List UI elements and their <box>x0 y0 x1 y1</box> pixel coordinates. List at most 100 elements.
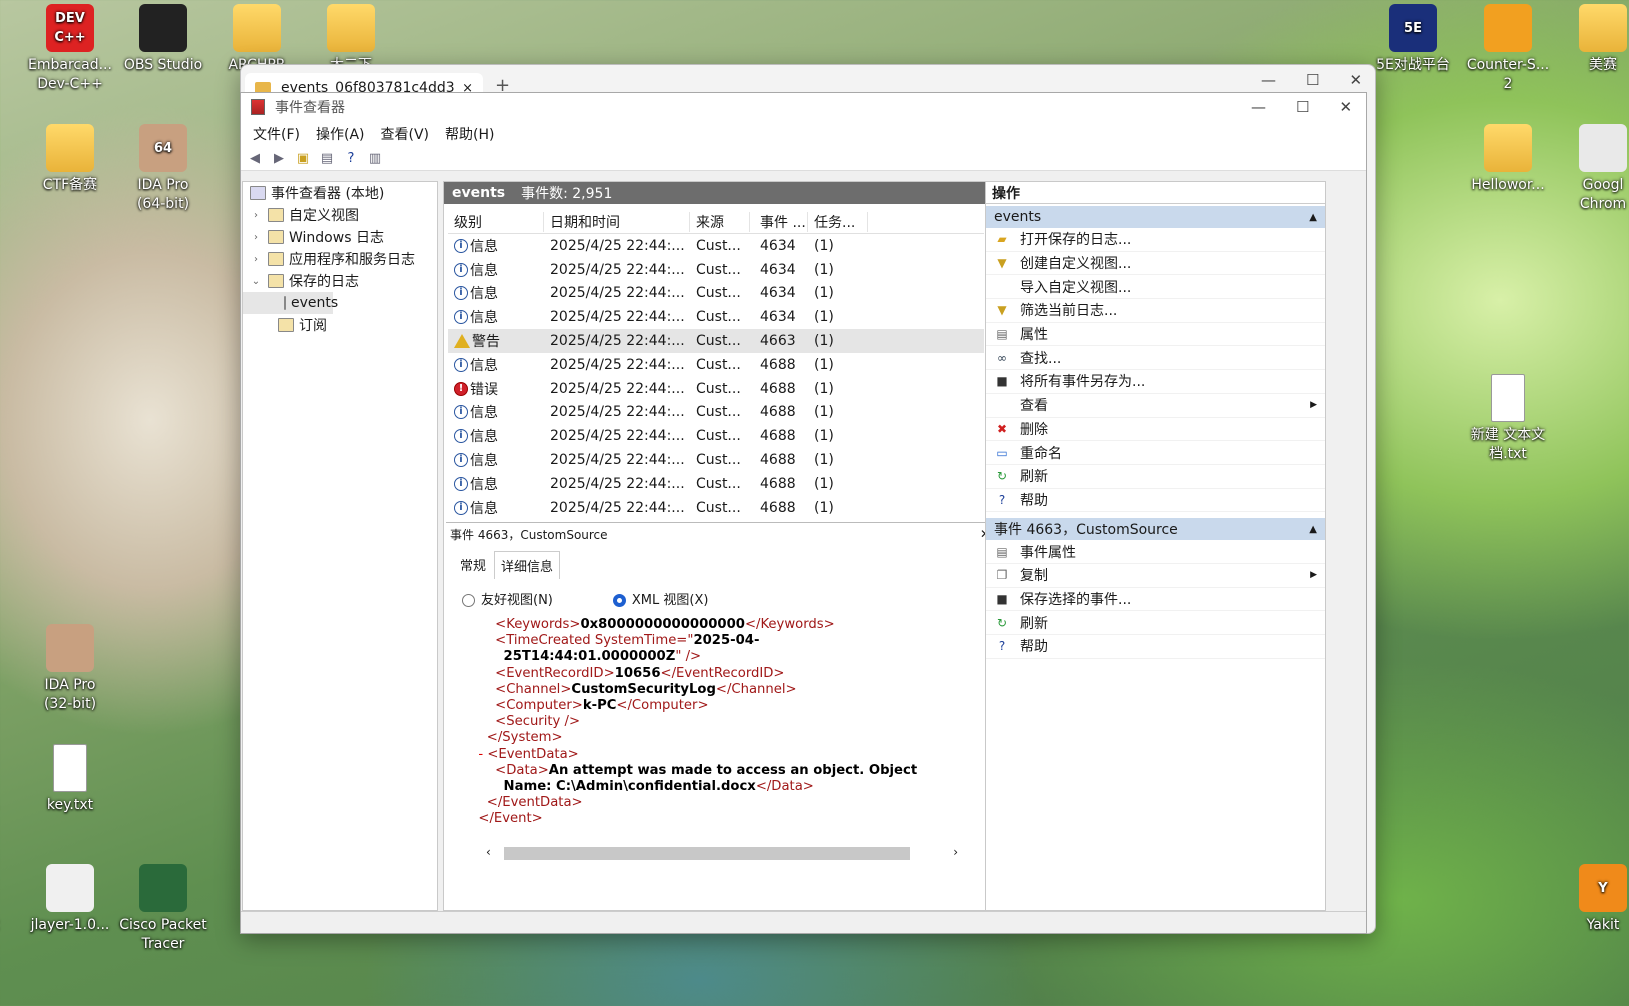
detail-header: 事件 4663，CustomSource ✕ <box>446 523 998 545</box>
tree-root[interactable]: 事件查看器 (本地) <box>243 182 437 204</box>
caret-icon[interactable]: › <box>249 232 263 243</box>
col-event-id[interactable]: 事件 ... <box>750 211 808 232</box>
navigation-tree: 事件查看器 (本地) › 自定义视图 › Windows 日志 › 应用程序和服务日志 ⌄ 保… <box>242 181 438 911</box>
action-item[interactable]: ▼ 筛选当前日志... <box>986 299 1325 323</box>
xml-view-radio[interactable]: XML 视图(X) <box>612 589 708 608</box>
desktop-icon[interactable]: 5E 5E对战平台 <box>1365 4 1461 75</box>
desktop-icon[interactable]: key.txt <box>22 744 118 815</box>
action-item[interactable]: ■ 将所有事件另存为... <box>986 370 1325 394</box>
tab-general[interactable]: 常规 <box>454 551 492 579</box>
minimize-button[interactable]: — <box>1261 71 1276 89</box>
forward-arrow-icon[interactable]: ▶ <box>269 150 289 168</box>
action-item[interactable]: ■ 保存选择的事件... <box>986 588 1325 612</box>
action-item[interactable]: ▤ 事件属性 <box>986 540 1325 564</box>
level-cell: i 信息 <box>448 260 544 280</box>
desktop-icon[interactable]: OBS Studio <box>115 4 211 75</box>
action-item[interactable]: ▼ 创建自定义视图... <box>986 252 1325 276</box>
maximize-button[interactable]: ☐ <box>1306 71 1319 89</box>
desktop-icon[interactable]: 新建 文本文 档.txt <box>1460 374 1556 464</box>
table-row[interactable]: i 信息 2025/4/25 22:44:... Cust... 4634 (1) <box>448 258 984 282</box>
minimize-button[interactable]: — <box>1251 98 1266 116</box>
action-item[interactable]: ? 帮助 <box>986 489 1325 513</box>
date-cell: 2025/4/25 22:44:... <box>550 452 685 469</box>
tree-item[interactable]: › Windows 日志 <box>243 226 437 248</box>
action-item[interactable]: ▭ 重命名 <box>986 441 1325 465</box>
tree-item[interactable]: 订阅 <box>243 314 437 336</box>
level-label: 错误 <box>470 381 498 398</box>
caret-icon[interactable]: ⌄ <box>249 276 263 287</box>
id-cell: 4688 <box>760 380 796 397</box>
table-row[interactable]: i 信息 2025/4/25 22:44:... Cust... 4688 (1) <box>448 424 984 448</box>
tree-item[interactable]: events <box>243 292 338 314</box>
table-row[interactable]: i 信息 2025/4/25 22:44:... Cust... 4634 (1) <box>448 282 984 306</box>
close-button[interactable]: ✕ <box>1349 71 1362 89</box>
up-folder-icon[interactable]: ▣ <box>293 150 313 168</box>
table-row[interactable]: i 信息 2025/4/25 22:44:... Cust... 4688 (1) <box>448 353 984 377</box>
desktop-icon[interactable]: Y Yakit <box>1555 864 1629 935</box>
desktop-icon[interactable]: DEV C++ Embarcad... Dev-C++ <box>22 4 118 94</box>
xml-line: <EventRecordID>10656</EventRecordID> <box>470 666 970 682</box>
action-pane-icon[interactable]: ▥ <box>365 150 385 168</box>
horizontal-scrollbar[interactable]: ‹ › <box>482 845 962 861</box>
properties-icon: ▤ <box>996 327 1008 342</box>
action-item[interactable]: ▤ 属性 <box>986 323 1325 347</box>
desktop-icon-label: OBS Studio <box>123 57 203 73</box>
show-tree-icon[interactable]: ▤ <box>317 150 337 168</box>
action-item[interactable]: 导入自定义视图... <box>986 275 1325 300</box>
action-item[interactable]: ↻ 刷新 <box>986 465 1325 489</box>
desktop-icon[interactable]: Cisco Packet Tracer <box>115 864 211 954</box>
desktop-icon[interactable]: IDA Pro (32-bit) <box>22 624 118 714</box>
desktop-icon[interactable]: Hellowor... <box>1460 124 1556 195</box>
table-row[interactable]: i 信息 2025/4/25 22:44:... Cust... 4688 (1) <box>448 496 984 515</box>
desktop-icon[interactable]: o... <box>0 744 36 815</box>
col-task[interactable]: 任务... <box>808 211 868 232</box>
action-item[interactable]: ✖ 删除 <box>986 418 1325 442</box>
action-item[interactable]: ↻ 刷新 <box>986 611 1325 635</box>
table-row[interactable]: i 信息 2025/4/25 22:44:... Cust... 4634 (1) <box>448 234 984 258</box>
scroll-left-icon[interactable]: ‹ <box>486 845 491 859</box>
desktop-icon[interactable]: jlayer-1.0... <box>22 864 118 935</box>
table-row[interactable]: i 信息 2025/4/25 22:44:... Cust... 4688 (1) <box>448 472 984 496</box>
desktop-icon-label: Googl Chrom <box>1579 177 1627 212</box>
desktop-icon[interactable]: ect <box>0 864 36 935</box>
desktop-icon[interactable]: Counter-S... 2 <box>1460 4 1556 94</box>
table-row[interactable]: i 信息 2025/4/25 22:44:... Cust... 4688 (1) <box>448 401 984 425</box>
action-item[interactable]: ❐ 复制 ▶ <box>986 564 1325 588</box>
back-arrow-icon[interactable]: ◀ <box>245 150 265 168</box>
desktop-icon[interactable]: Googl Chrom <box>1555 124 1629 214</box>
desktop-icon[interactable]: 美赛 <box>1555 4 1629 75</box>
menu-action[interactable]: 操作(A) <box>308 124 373 144</box>
desktop-icon[interactable]: CTF备赛 <box>22 124 118 195</box>
action-item[interactable]: 查看 ▶ <box>986 394 1325 418</box>
scroll-right-icon[interactable]: › <box>953 845 958 859</box>
close-button[interactable]: ✕ <box>1339 98 1352 116</box>
col-source[interactable]: 来源 <box>690 211 750 232</box>
maximize-button[interactable]: ☐ <box>1296 98 1309 116</box>
col-level[interactable]: 级别 <box>448 211 544 232</box>
action-item[interactable]: ▰ 打开保存的日志... <box>986 228 1325 252</box>
tree-item[interactable]: › 应用程序和服务日志 <box>243 248 437 270</box>
help-icon[interactable]: ? <box>341 150 361 168</box>
collapse-icon[interactable]: ▲ <box>1309 524 1317 535</box>
actions-section-event[interactable]: 事件 4663，CustomSource ▲ <box>986 518 1325 541</box>
action-item[interactable]: ∞ 查找... <box>986 346 1325 371</box>
action-item[interactable]: ? 帮助 <box>986 635 1325 659</box>
xml-value: 2025-04- <box>693 633 760 649</box>
menu-view[interactable]: 查看(V) <box>373 124 438 144</box>
table-row[interactable]: i 信息 2025/4/25 22:44:... Cust... 4688 (1) <box>448 448 984 472</box>
tab-details[interactable]: 详细信息 <box>494 551 561 579</box>
desktop-icon[interactable]: 64 IDA Pro (64-bit) <box>115 124 211 214</box>
collapse-icon[interactable]: ▲ <box>1309 212 1317 223</box>
caret-icon[interactable]: › <box>249 254 263 265</box>
tree-item[interactable]: ⌄ 保存的日志 <box>243 270 437 292</box>
table-row[interactable]: 警告 2025/4/25 22:44:... Cust... 4663 (1) <box>448 329 984 353</box>
friendly-view-radio[interactable]: 友好视图(N) <box>462 589 553 608</box>
menu-help[interactable]: 帮助(H) <box>437 124 502 144</box>
actions-section-events[interactable]: events ▲ <box>986 206 1325 228</box>
menu-file[interactable]: 文件(F) <box>245 124 308 144</box>
caret-icon[interactable]: › <box>249 210 263 221</box>
table-row[interactable]: ! 错误 2025/4/25 22:44:... Cust... 4688 (1) <box>448 377 984 401</box>
table-row[interactable]: i 信息 2025/4/25 22:44:... Cust... 4634 (1) <box>448 305 984 329</box>
tree-item[interactable]: › 自定义视图 <box>243 204 437 226</box>
col-datetime[interactable]: 日期和时间 <box>544 211 690 232</box>
